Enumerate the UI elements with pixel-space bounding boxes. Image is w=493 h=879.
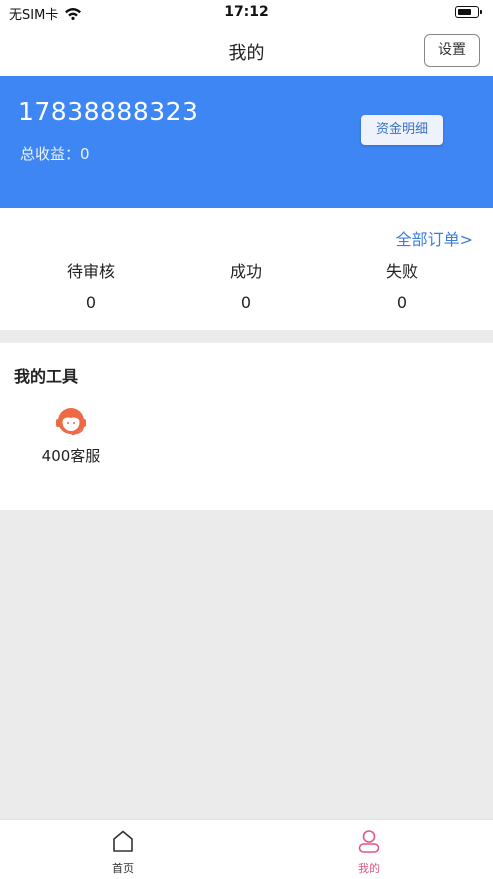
- nav-bar: 我的 设置: [0, 26, 493, 76]
- total-earnings: 总收益：0: [20, 143, 90, 164]
- tab-label: 我的: [358, 862, 380, 875]
- status-time: 17:12: [224, 4, 269, 20]
- order-stat-label: 待审核: [66, 262, 115, 281]
- order-stat-label: 成功: [229, 262, 262, 281]
- funds-detail-button[interactable]: 资金明细: [361, 115, 443, 145]
- tab-home[interactable]: 首页: [83, 828, 163, 876]
- page-title: 我的: [228, 43, 265, 64]
- tool-customer-service[interactable]: 400客服: [30, 407, 112, 466]
- order-stat-label: 失败: [385, 262, 418, 281]
- tool-label: 400客服: [41, 447, 101, 465]
- customer-service-icon: [56, 408, 86, 436]
- tools-section: 我的工具 400客服: [0, 343, 493, 510]
- tab-label: 首页: [112, 862, 134, 875]
- order-stat-value: 0: [240, 293, 252, 312]
- order-stat-failed[interactable]: 失败 0: [342, 258, 462, 312]
- profile-page: 无SIM卡 17:12 我的 设置 17838888323 总收益：0 资金明细…: [0, 0, 493, 879]
- status-bar: 无SIM卡 17:12: [0, 0, 493, 26]
- orders-section: 全部订单> 待审核 0 成功 0 失败 0: [0, 208, 493, 330]
- home-icon: [113, 830, 133, 852]
- order-stat-value: 0: [85, 293, 97, 312]
- earnings-label: 总收益：: [20, 145, 81, 163]
- tools-title: 我的工具: [14, 367, 79, 386]
- order-stat-value: 0: [396, 293, 408, 312]
- user-icon: [358, 830, 380, 853]
- order-stat-pending[interactable]: 待审核 0: [31, 258, 151, 312]
- order-stat-success[interactable]: 成功 0: [186, 258, 306, 312]
- earnings-value: 0: [80, 145, 90, 163]
- settings-button[interactable]: 设置: [424, 34, 480, 67]
- all-orders-link[interactable]: 全部订单>: [396, 226, 473, 250]
- profile-card: 17838888323 总收益：0 资金明细: [0, 76, 493, 208]
- battery-icon: [455, 6, 482, 18]
- tab-bar: 首页 我的: [0, 819, 493, 879]
- phone-number: 17838888323: [18, 97, 199, 126]
- tab-mine[interactable]: 我的: [329, 828, 409, 876]
